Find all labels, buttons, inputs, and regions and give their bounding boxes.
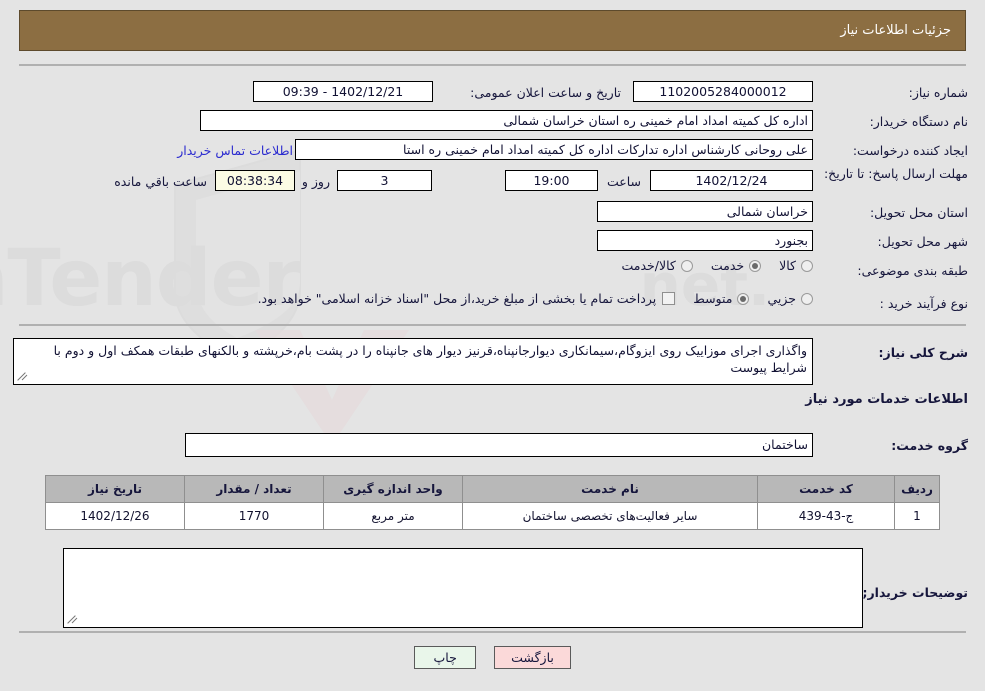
cell-unit: متر مربع bbox=[323, 502, 463, 530]
cell-index: 1 bbox=[894, 502, 940, 530]
category-radio-kala[interactable]: کالا bbox=[779, 258, 813, 273]
category-radio-kala-label: کالا bbox=[779, 258, 796, 273]
radio-icon[interactable] bbox=[737, 292, 750, 305]
creator-value: علی روحانی کارشناس اداره تدارکات اداره ک… bbox=[295, 139, 813, 160]
category-radio-group[interactable]: کالا خدمت کالا/خدمت bbox=[603, 258, 813, 273]
service-group-value: ساختمان bbox=[185, 433, 813, 457]
col-name: نام خدمت bbox=[462, 475, 758, 503]
deadline-time-value: 19:00 bbox=[505, 170, 598, 191]
announce-datetime-label: تاریخ و ساعت اعلان عمومی: bbox=[470, 85, 621, 100]
deadline-label: مهلت ارسال پاسخ: تا تاریخ: bbox=[823, 166, 968, 181]
cell-quantity: 1770 bbox=[184, 502, 324, 530]
buyer-org-label: نام دستگاه خریدار: bbox=[869, 114, 968, 129]
radio-icon[interactable] bbox=[801, 292, 813, 305]
process-radio-jozei[interactable]: جزیي bbox=[767, 291, 813, 306]
radio-icon[interactable] bbox=[749, 259, 762, 272]
col-index: ردیف bbox=[894, 475, 940, 503]
description-textarea[interactable]: واگذاری اجرای موزاییک روی ایزوگام،سیمانک… bbox=[13, 338, 813, 385]
buyer-notes-textarea[interactable] bbox=[63, 548, 863, 628]
service-group-label: گروه خدمت: bbox=[891, 438, 968, 453]
cell-code: ج-43-439 bbox=[757, 502, 895, 530]
countdown-value: 08:38:34 bbox=[215, 170, 295, 191]
process-label: نوع فرآیند خرید : bbox=[879, 296, 968, 311]
days-word-label: روز و bbox=[301, 174, 330, 189]
col-need-date: تاریخ نیاز bbox=[45, 475, 185, 503]
page-header: جزئیات اطلاعات نیاز bbox=[19, 10, 966, 51]
countdown-suffix-label: ساعت باقي مانده bbox=[114, 174, 207, 189]
province-label: استان محل تحویل: bbox=[869, 205, 968, 220]
process-radio-motavaset[interactable]: متوسط bbox=[693, 291, 750, 306]
col-quantity: تعداد / مقدار bbox=[184, 475, 324, 503]
resize-grip-icon[interactable] bbox=[66, 614, 78, 626]
page-root: AriaTender .net جزئیات اطلاعات نیاز شمار… bbox=[0, 0, 985, 691]
back-button[interactable]: بازگشت bbox=[494, 646, 571, 669]
page-title: جزئیات اطلاعات نیاز bbox=[840, 23, 951, 38]
cell-name: سایر فعالیت‌های تخصصی ساختمان bbox=[462, 502, 758, 530]
resize-grip-icon[interactable] bbox=[16, 371, 28, 383]
days-left-value: 3 bbox=[337, 170, 432, 191]
category-radio-khedmat-label: خدمت bbox=[710, 258, 745, 273]
process-radio-group[interactable]: جزیي متوسط پرداخت تمام یا بخشی از مبلغ خ… bbox=[258, 291, 813, 306]
process-radio-motavaset-label: متوسط bbox=[693, 291, 733, 306]
checkbox-icon[interactable] bbox=[662, 292, 676, 305]
radio-icon[interactable] bbox=[680, 259, 693, 272]
treasury-checkbox-label: پرداخت تمام یا بخشی از مبلغ خرید،از محل … bbox=[257, 291, 657, 306]
city-label: شهر محل تحویل: bbox=[877, 234, 968, 249]
services-heading: اطلاعات خدمات مورد نیاز bbox=[805, 392, 968, 407]
services-table: ردیف کد خدمت نام خدمت واحد اندازه گیری ت… bbox=[45, 475, 940, 530]
radio-icon[interactable] bbox=[801, 259, 813, 272]
buyer-contact-link[interactable]: اطلاعات تماس خریدار bbox=[177, 143, 293, 158]
services-table-wrap: ردیف کد خدمت نام خدمت واحد اندازه گیری ت… bbox=[45, 475, 940, 530]
table-row: 1 ج-43-439 سایر فعالیت‌های تخصصی ساختمان… bbox=[45, 502, 940, 530]
col-code: کد خدمت bbox=[757, 475, 895, 503]
table-header-row: ردیف کد خدمت نام خدمت واحد اندازه گیری ت… bbox=[45, 475, 940, 503]
description-value: واگذاری اجرای موزاییک روی ایزوگام،سیمانک… bbox=[53, 343, 807, 375]
deadline-time-label: ساعت bbox=[606, 174, 641, 189]
action-button-bar: بازگشت چاپ bbox=[0, 646, 985, 669]
cell-need-date: 1402/12/26 bbox=[45, 502, 185, 530]
city-value: بجنورد bbox=[597, 230, 813, 251]
category-label: طبقه بندی موضوعی: bbox=[857, 263, 968, 278]
category-radio-kala-khedmat-label: کالا/خدمت bbox=[621, 258, 676, 273]
category-radio-kala-khedmat[interactable]: کالا/خدمت bbox=[621, 258, 693, 273]
creator-label: ایجاد کننده درخواست: bbox=[852, 143, 968, 158]
process-radio-jozei-label: جزیي bbox=[767, 291, 796, 306]
category-radio-khedmat[interactable]: خدمت bbox=[710, 258, 762, 273]
print-button[interactable]: چاپ bbox=[414, 646, 477, 669]
need-number-value: 1102005284000012 bbox=[633, 81, 813, 102]
top-info-section bbox=[19, 64, 966, 326]
treasury-checkbox-item[interactable]: پرداخت تمام یا بخشی از مبلغ خرید،از محل … bbox=[258, 291, 676, 306]
province-value: خراسان شمالی bbox=[597, 201, 813, 222]
description-label: شرح کلی نیاز: bbox=[878, 345, 968, 360]
need-number-label: شماره نیاز: bbox=[908, 85, 968, 100]
announce-datetime-value: 1402/12/21 - 09:39 bbox=[253, 81, 433, 102]
col-unit: واحد اندازه گیری bbox=[323, 475, 463, 503]
deadline-date-value: 1402/12/24 bbox=[650, 170, 813, 191]
buyer-org-value: اداره کل کمیته امداد امام خمینی ره استان… bbox=[200, 110, 813, 131]
